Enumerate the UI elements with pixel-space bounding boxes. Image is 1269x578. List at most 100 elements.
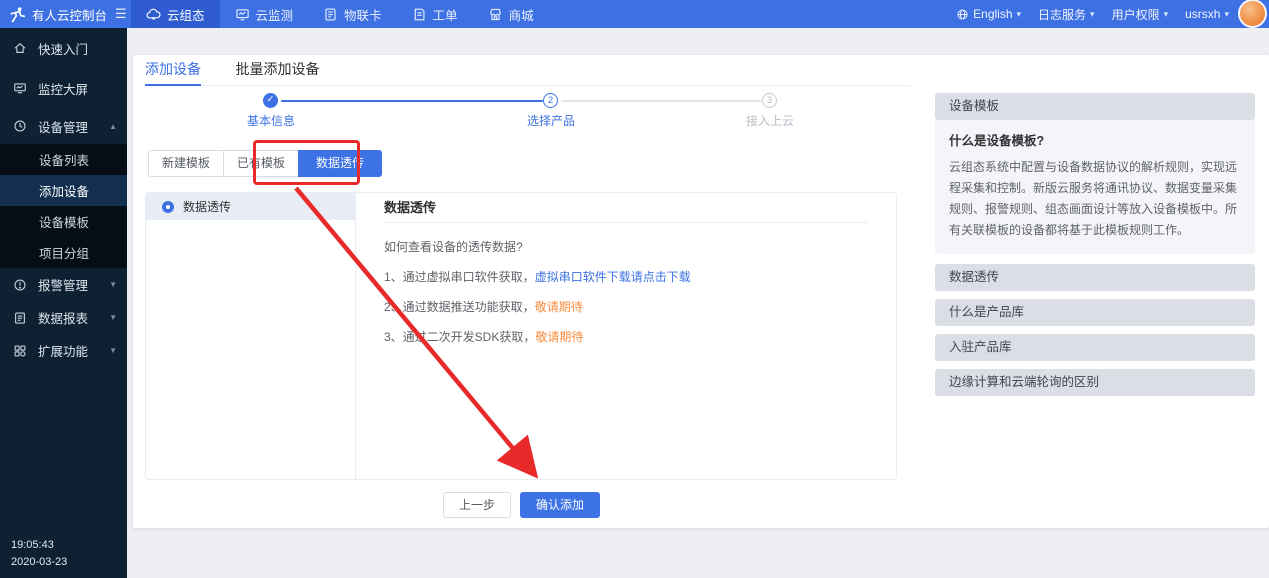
content-question: 如何查看设备的透传数据? — [384, 238, 868, 255]
help-section-device-template[interactable]: 设备模板 — [935, 93, 1255, 120]
username-label: usrsxh — [1185, 7, 1220, 21]
navbar-right: English ▾ 日志服务 ▾ 用户权限 ▾ usrsxh ▾ — [956, 0, 1269, 28]
alarm-icon — [13, 278, 27, 292]
permissions-label: 用户权限 — [1112, 6, 1160, 23]
footer-buttons: 上一步 确认添加 — [133, 492, 910, 518]
clock-date: 2020-03-23 — [11, 554, 67, 571]
sidebar: 快速入门 监控大屏 设备管理 ▲ 设备列表 添加设备 设备模板 — [0, 28, 127, 578]
big-screen-icon — [13, 81, 27, 95]
tab-add-device[interactable]: 添加设备 — [145, 55, 201, 86]
nav-item-cloud-monitor[interactable]: 云监测 — [220, 0, 309, 28]
monitor-icon — [235, 7, 250, 22]
help-section-what-is-product-lib[interactable]: 什么是产品库 — [935, 299, 1255, 326]
content-item-3: 3、通过二次开发SDK获取，敬请期待 — [384, 328, 868, 345]
mode-existing-template-button[interactable]: 已有模板 — [223, 150, 299, 177]
help-heading: 什么是设备模板? — [949, 130, 1241, 149]
help-section-join-product-lib[interactable]: 入驻产品库 — [935, 334, 1255, 361]
nav-item-work-order[interactable]: 工单 — [397, 0, 473, 28]
radio-selected-icon[interactable] — [162, 201, 174, 213]
step-1-circle: ✓ — [263, 93, 278, 108]
item-text: 1、通过虚拟串口软件获取， — [384, 270, 535, 284]
log-service-dropdown[interactable]: 日志服务 ▾ — [1038, 6, 1095, 23]
sidebar-subitem-label: 添加设备 — [39, 181, 89, 200]
page: 有人云控制台 ☰ 云组态 云监测 物联卡 — [0, 0, 1269, 578]
content-item-2: 2、通过数据推送功能获取，敬请期待 — [384, 298, 868, 315]
sidebar-item-label: 扩展功能 — [38, 341, 88, 360]
nav-item-store[interactable]: 商城 — [473, 0, 549, 28]
step-2-circle: 2 — [543, 93, 558, 108]
step-connector-2 — [561, 100, 762, 102]
download-link[interactable]: 虚拟串口软件下载请点击下载 — [535, 270, 691, 284]
report-icon — [13, 311, 27, 325]
apps-icon — [13, 344, 27, 358]
app-title: 有人云控制台 — [32, 5, 107, 24]
help-section-edge-vs-cloud[interactable]: 边缘计算和云端轮询的区别 — [935, 369, 1255, 396]
main-area: 添加设备 批量添加设备 ✓ 2 3 基本信息 选择产品 接入上云 新建模板 已有… — [127, 28, 1269, 578]
check-icon: ✓ — [267, 94, 275, 105]
help-section-data-passthrough[interactable]: 数据透传 — [935, 264, 1255, 291]
sidebar-item-label: 数据报表 — [38, 308, 88, 327]
hamburger-icon[interactable]: ☰ — [115, 6, 127, 22]
chevron-down-icon: ▼ — [109, 313, 117, 322]
sidebar-item-label: 快速入门 — [38, 39, 88, 58]
coming-soon-label: 敬请期待 — [535, 300, 583, 314]
step-3-label: 接入上云 — [725, 112, 815, 129]
home-icon — [13, 41, 27, 55]
nav-item-iot-card[interactable]: 物联卡 — [308, 0, 397, 28]
confirm-add-button[interactable]: 确认添加 — [520, 492, 600, 518]
sidebar-item-project-group[interactable]: 项目分组 — [0, 237, 127, 268]
sidebar-item-add-device[interactable]: 添加设备 — [0, 175, 127, 206]
sidebar-item-device-list[interactable]: 设备列表 — [0, 144, 127, 175]
tab-batch-add-device[interactable]: 批量添加设备 — [235, 55, 319, 86]
sidebar-item-quick-start[interactable]: 快速入门 — [0, 28, 127, 68]
chevron-down-icon: ▼ — [109, 346, 117, 355]
sidebar-item-alarm-manage[interactable]: 报警管理 ▼ — [0, 268, 127, 301]
help-section-body: 什么是设备模板? 云组态系统中配置与设备数据协议的解析规则，实现远程采集和控制。… — [935, 120, 1255, 254]
item-text: 3、通过二次开发SDK获取， — [384, 330, 535, 344]
chevron-down-icon: ▾ — [1164, 9, 1169, 20]
option-data-passthrough[interactable]: 数据透传 — [146, 193, 355, 220]
mode-new-template-button[interactable]: 新建模板 — [148, 150, 224, 177]
language-dropdown[interactable]: English ▾ — [956, 7, 1021, 21]
option-list: 数据透传 — [146, 193, 356, 479]
sidebar-item-device-template[interactable]: 设备模板 — [0, 206, 127, 237]
cloud-icon — [146, 7, 161, 22]
sidebar-item-device-manage[interactable]: 设备管理 ▲ — [0, 108, 127, 144]
device-manage-submenu: 设备列表 添加设备 设备模板 项目分组 — [0, 144, 127, 268]
sidebar-item-label: 设备管理 — [38, 117, 88, 136]
passthrough-content: 数据透传 如何查看设备的透传数据? 1、通过虚拟串口软件获取，虚拟串口软件下载请… — [356, 193, 896, 479]
mode-data-passthrough-button[interactable]: 数据透传 — [298, 150, 382, 177]
option-label: 数据透传 — [183, 198, 231, 215]
nav-item-label: 云监测 — [256, 5, 294, 24]
work-order-icon — [412, 7, 427, 22]
avatar[interactable] — [1238, 0, 1267, 28]
clock: 19:05:43 2020-03-23 — [11, 537, 67, 571]
user-dropdown[interactable]: usrsxh ▾ — [1185, 7, 1229, 21]
language-label: English — [973, 7, 1012, 21]
prev-step-button[interactable]: 上一步 — [443, 492, 511, 518]
nav-menu: 云组态 云监测 物联卡 工单 — [131, 0, 549, 28]
help-panel: 设备模板 什么是设备模板? 云组态系统中配置与设备数据协议的解析规则，实现远程采… — [935, 93, 1255, 404]
sidebar-item-big-screen[interactable]: 监控大屏 — [0, 68, 127, 108]
nav-item-label: 云组态 — [167, 5, 205, 24]
item-text: 2、通过数据推送功能获取， — [384, 300, 535, 314]
globe-icon — [956, 8, 969, 21]
sidebar-item-extensions[interactable]: 扩展功能 ▼ — [0, 334, 127, 367]
permissions-dropdown[interactable]: 用户权限 ▾ — [1112, 6, 1169, 23]
sidebar-item-label: 监控大屏 — [38, 79, 88, 98]
content-title: 数据透传 — [384, 193, 868, 223]
tab-bar: 添加设备 批量添加设备 — [145, 55, 910, 86]
sidebar-item-label: 报警管理 — [38, 275, 88, 294]
chevron-down-icon: ▾ — [1224, 9, 1229, 20]
clock-time: 19:05:43 — [11, 537, 67, 554]
step-1-label: 基本信息 — [226, 112, 316, 129]
nav-item-cloud-scada[interactable]: 云组态 — [131, 0, 220, 28]
template-mode-group: 新建模板 已有模板 数据透传 — [148, 150, 382, 177]
logo-section: 有人云控制台 ☰ — [0, 0, 131, 28]
sidebar-subitem-label: 设备模板 — [39, 212, 89, 231]
nav-item-label: 工单 — [433, 5, 458, 24]
step-2-label: 选择产品 — [506, 112, 596, 129]
step-3-circle: 3 — [762, 93, 777, 108]
sidebar-item-data-report[interactable]: 数据报表 ▼ — [0, 301, 127, 334]
nav-item-label: 商城 — [509, 5, 534, 24]
